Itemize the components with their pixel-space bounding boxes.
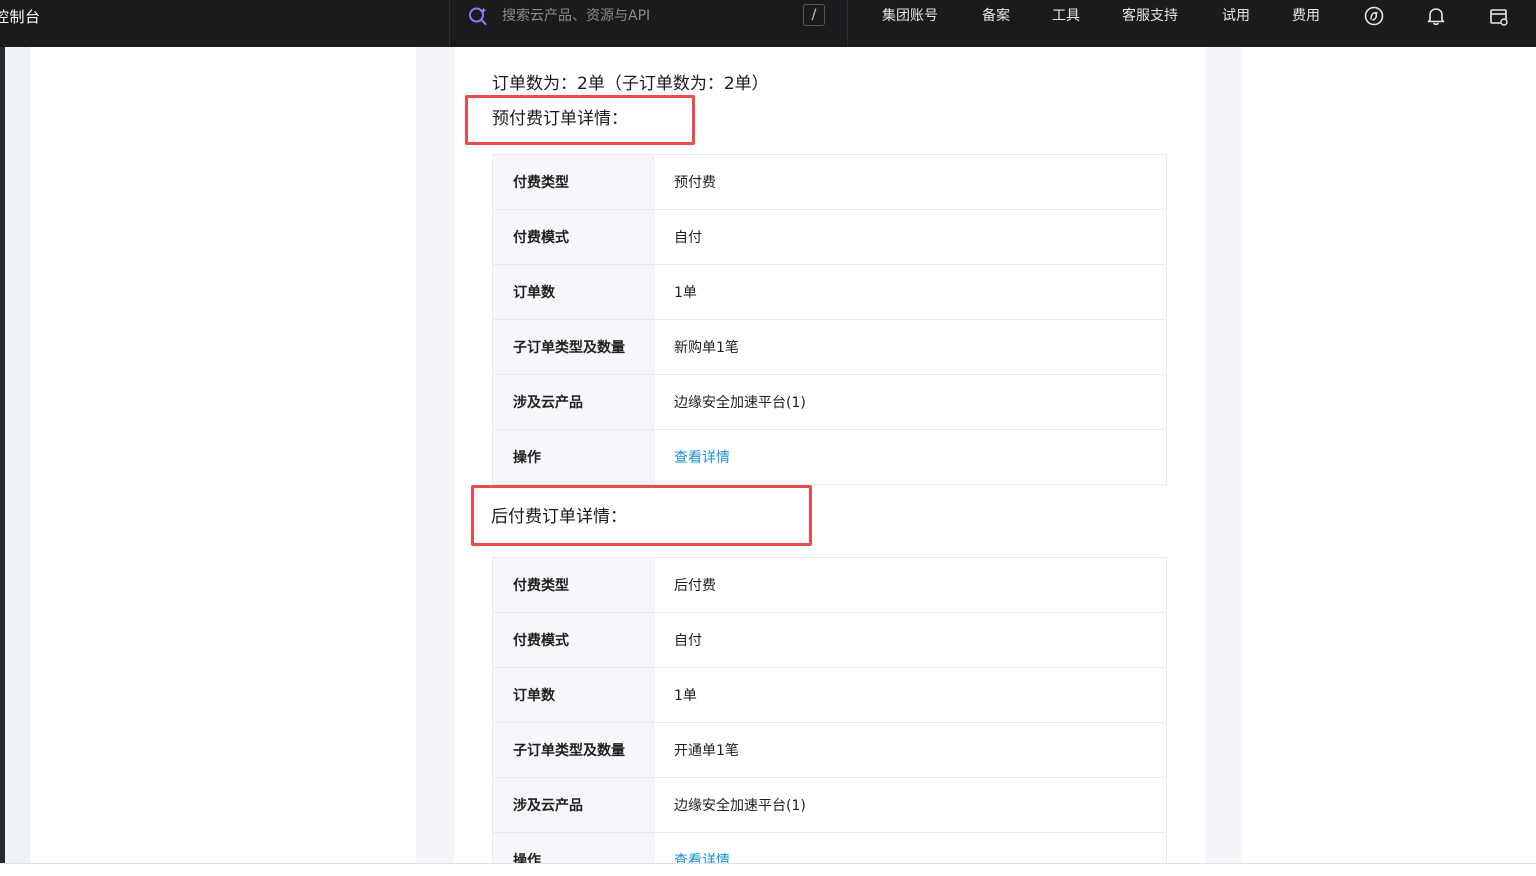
table-row: 操作 查看详情 <box>492 429 1167 485</box>
table-row: 子订单类型及数量 新购单1笔 <box>492 319 1167 375</box>
global-search[interactable]: / <box>449 0 848 47</box>
row-key: 操作 <box>492 429 654 485</box>
order-count-summary: 订单数为：2单（子订单数为：2单） <box>492 74 769 94</box>
row-key: 订单数 <box>492 264 654 320</box>
settings-panel-icon[interactable] <box>1488 6 1510 28</box>
row-key: 付费类型 <box>492 557 654 613</box>
nav-trial[interactable]: 试用 <box>1222 5 1250 25</box>
row-value: 后付费 <box>653 557 1167 613</box>
row-value: 1单 <box>653 667 1167 723</box>
doc-left-margin <box>416 47 454 863</box>
row-value: 边缘安全加速平台(1) <box>653 777 1167 833</box>
row-key: 付费模式 <box>492 612 654 668</box>
nav-group-account[interactable]: 集团账号 <box>882 5 938 25</box>
row-value: 自付 <box>653 612 1167 668</box>
table-row: 涉及云产品 边缘安全加速平台(1) <box>492 374 1167 430</box>
postpaid-view-details-link[interactable]: 查看详情 <box>674 853 730 863</box>
table-row: 付费类型 预付费 <box>492 154 1167 210</box>
table-row: 付费模式 自付 <box>492 209 1167 265</box>
table-row: 涉及云产品 边缘安全加速平台(1) <box>492 777 1167 833</box>
row-key: 涉及云产品 <box>492 777 654 833</box>
right-panel <box>1242 47 1536 863</box>
row-value-cell: 查看详情 <box>653 429 1167 485</box>
row-key: 订单数 <box>492 667 654 723</box>
postpaid-details-table: 付费类型 后付费 付费模式 自付 订单数 1单 子订单类型及数量 开通单1笔 涉… <box>492 557 1167 863</box>
row-key: 子订单类型及数量 <box>492 319 654 375</box>
bell-icon[interactable] <box>1425 5 1447 27</box>
row-value: 预付费 <box>653 154 1167 210</box>
left-panel <box>30 47 416 863</box>
nav-customer-support[interactable]: 客服支持 <box>1122 5 1178 25</box>
prepaid-details-table: 付费类型 预付费 付费模式 自付 订单数 1单 子订单类型及数量 新购单1笔 涉… <box>492 154 1167 485</box>
table-row: 订单数 1单 <box>492 667 1167 723</box>
nav-filing[interactable]: 备案 <box>982 5 1010 25</box>
console-brand[interactable]: 控制台 <box>0 6 41 27</box>
row-value: 边缘安全加速平台(1) <box>653 374 1167 430</box>
table-row: 付费类型 后付费 <box>492 557 1167 613</box>
search-input[interactable] <box>502 4 782 28</box>
row-key: 付费模式 <box>492 209 654 265</box>
doc-right-margin <box>1205 47 1242 863</box>
prepaid-section-title: 预付费订单详情： <box>492 109 628 129</box>
prepaid-view-details-link[interactable]: 查看详情 <box>674 450 730 466</box>
top-navigation-bar: 控制台 / 集团账号 备案 工具 客服支持 试用 费用 <box>0 0 1536 47</box>
nav-billing[interactable]: 费用 <box>1292 5 1320 25</box>
row-key: 子订单类型及数量 <box>492 722 654 778</box>
document-content: 订单数为：2单（子订单数为：2单） 预付费订单详情： 付费类型 预付费 付费模式… <box>454 47 1205 863</box>
row-value: 新购单1笔 <box>653 319 1167 375</box>
row-key: 付费类型 <box>492 154 654 210</box>
left-gutter <box>5 47 30 863</box>
table-row: 订单数 1单 <box>492 264 1167 320</box>
row-value: 1单 <box>653 264 1167 320</box>
postpaid-section-title: 后付费订单详情： <box>491 507 627 527</box>
row-value: 自付 <box>653 209 1167 265</box>
row-value: 开通单1笔 <box>653 722 1167 778</box>
table-row: 子订单类型及数量 开通单1笔 <box>492 722 1167 778</box>
search-shortcut-key: / <box>803 4 825 26</box>
row-key: 操作 <box>492 832 654 863</box>
ai-search-icon <box>469 7 487 25</box>
row-key: 涉及云产品 <box>492 374 654 430</box>
bottom-toolbar <box>0 863 1536 876</box>
nav-tools[interactable]: 工具 <box>1052 5 1080 25</box>
ai-assistant-icon[interactable] <box>1363 5 1385 27</box>
table-row: 操作 查看详情 <box>492 832 1167 863</box>
table-row: 付费模式 自付 <box>492 612 1167 668</box>
row-value-cell: 查看详情 <box>653 832 1167 863</box>
